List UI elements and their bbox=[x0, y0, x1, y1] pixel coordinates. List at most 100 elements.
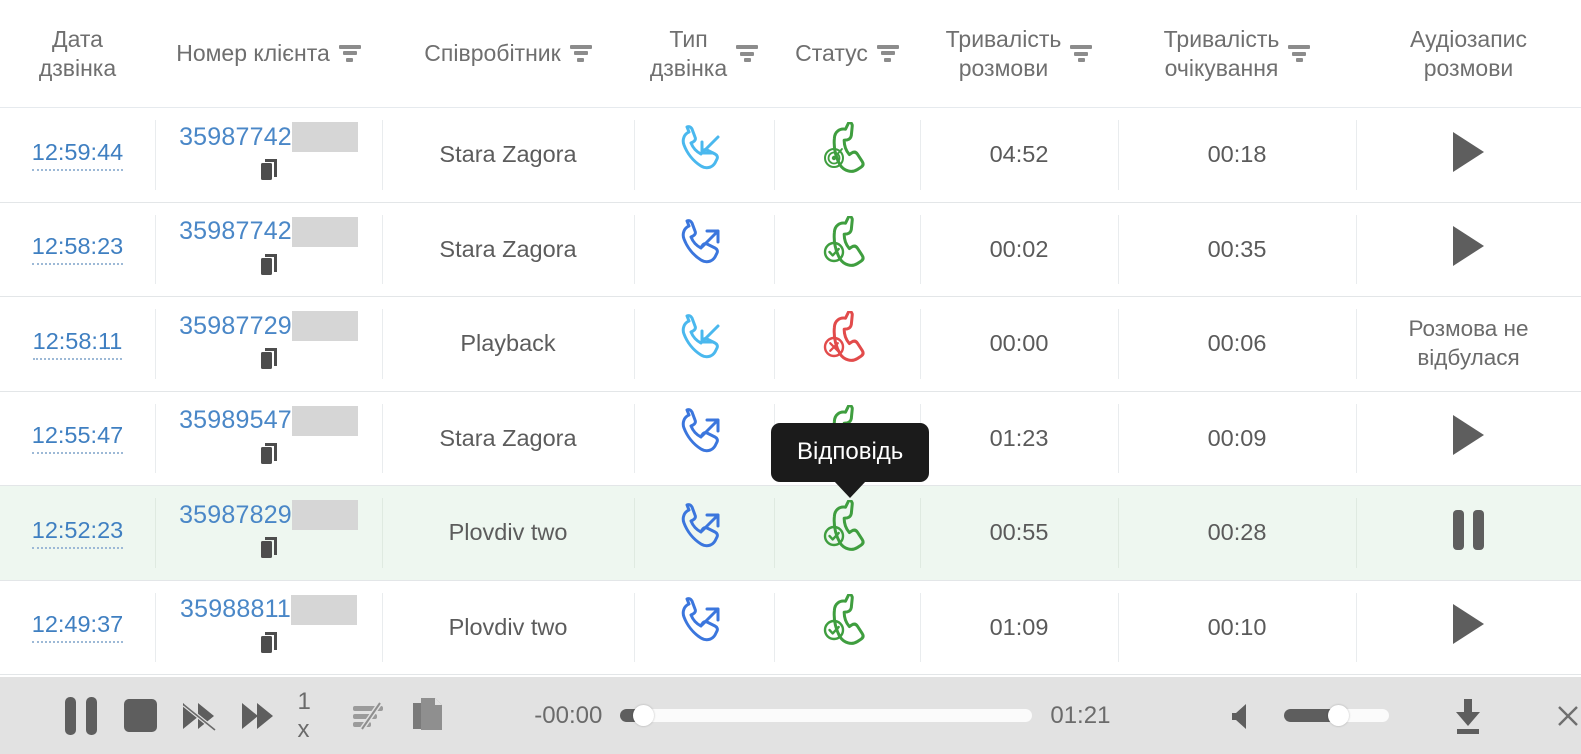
player-equalizer-button[interactable] bbox=[341, 685, 400, 747]
call-time-link[interactable]: 12:58:23 bbox=[31, 233, 124, 266]
client-number[interactable]: 35988811 bbox=[180, 597, 291, 622]
status-tooltip-label: Відповідь bbox=[797, 438, 904, 465]
cell-call-type bbox=[634, 580, 774, 675]
call-time-link[interactable]: 12:59:44 bbox=[31, 139, 124, 171]
equalizer-off-icon bbox=[353, 701, 384, 730]
call-time-link[interactable]: 12:49:37 bbox=[31, 611, 124, 644]
call-type-indicator[interactable] bbox=[672, 312, 736, 370]
cell-client-number: 35987742 bbox=[155, 107, 382, 203]
player-seek-slider[interactable] bbox=[620, 705, 1033, 726]
call-type-outgoing-icon bbox=[681, 219, 720, 264]
filter-icon-call-type[interactable] bbox=[736, 45, 759, 62]
player-download-button[interactable] bbox=[1437, 685, 1499, 747]
copy-number-icon[interactable] bbox=[258, 346, 280, 372]
copy-number-button[interactable] bbox=[258, 157, 280, 187]
filter-icon-client-number[interactable] bbox=[338, 44, 361, 62]
call-status-indicator[interactable] bbox=[815, 594, 879, 654]
filter-icon-status[interactable] bbox=[876, 44, 899, 62]
copy-number-button[interactable] bbox=[258, 630, 280, 660]
table-row[interactable]: 12:52:23 35987829 Plovdiv two 00:55 00:28 bbox=[0, 485, 1581, 581]
rewind-disabled-icon bbox=[182, 702, 217, 732]
cell-wait-time: 00:28 bbox=[1118, 485, 1356, 581]
call-type-indicator[interactable] bbox=[672, 123, 736, 181]
player-stop-button[interactable] bbox=[111, 685, 170, 747]
column-header-date: Дата дзвінка bbox=[0, 0, 155, 108]
download-icon bbox=[1456, 698, 1481, 734]
table-row[interactable]: 12:49:37 35988811 Plovdiv two 01:09 00:10 bbox=[0, 580, 1581, 675]
call-time-link[interactable]: 12:58:11 bbox=[32, 328, 123, 360]
cell-call-type bbox=[634, 202, 774, 297]
table-row[interactable]: 12:58:23 35987742 Stara Zagora 00:02 00:35 bbox=[0, 202, 1581, 297]
filter-icon-wait-time[interactable] bbox=[1288, 45, 1311, 62]
player-volume-button[interactable] bbox=[1212, 685, 1274, 747]
call-status-indicator[interactable] bbox=[815, 121, 879, 182]
employee-name: Stara Zagora bbox=[439, 141, 577, 168]
player-seek-thumb[interactable] bbox=[633, 705, 655, 726]
player-pause-button[interactable] bbox=[52, 685, 111, 747]
player-copy-button[interactable] bbox=[400, 685, 459, 747]
copy-number-button[interactable] bbox=[258, 535, 280, 565]
cell-status bbox=[774, 107, 920, 203]
call-time-link[interactable]: 12:55:47 bbox=[31, 422, 124, 455]
cell-client-number: 35988811 bbox=[155, 580, 382, 675]
number-redaction-block bbox=[291, 500, 358, 531]
player-volume-slider[interactable] bbox=[1284, 705, 1390, 726]
cell-duration: 00:02 bbox=[920, 202, 1118, 297]
call-status-indicator[interactable] bbox=[815, 310, 879, 371]
filter-icon-duration[interactable] bbox=[1070, 45, 1093, 62]
client-number[interactable]: 35987829 bbox=[179, 502, 292, 528]
column-label-employee: Співробітник bbox=[424, 40, 561, 67]
client-number[interactable]: 35987729 bbox=[179, 313, 292, 339]
copy-number-icon[interactable] bbox=[258, 157, 280, 183]
cell-call-type bbox=[634, 485, 774, 581]
play-recording-button[interactable] bbox=[1453, 131, 1484, 172]
copy-number-icon[interactable] bbox=[258, 630, 280, 656]
call-type-indicator[interactable] bbox=[672, 217, 736, 275]
play-recording-button[interactable] bbox=[1453, 415, 1484, 456]
column-header-duration: Тривалість розмови bbox=[920, 0, 1118, 108]
filter-icon-employee[interactable] bbox=[569, 44, 592, 62]
player-rewind-button[interactable] bbox=[170, 685, 229, 747]
play-recording-button[interactable] bbox=[1453, 226, 1484, 267]
copy-number-button[interactable] bbox=[258, 346, 280, 376]
play-recording-button[interactable] bbox=[1453, 604, 1484, 645]
table-row[interactable]: 12:58:11 35987729 Playback 00:00 00:06 Розмов… bbox=[0, 296, 1581, 392]
column-label-audio: Аудіозапис розмови bbox=[1409, 26, 1528, 81]
player-volume-thumb[interactable] bbox=[1327, 705, 1349, 726]
cell-status bbox=[774, 580, 920, 675]
client-number[interactable]: 35987742 bbox=[179, 219, 292, 244]
client-number[interactable]: 35987742 bbox=[179, 124, 292, 150]
player-right-controls bbox=[1212, 685, 1581, 747]
cell-date: 12:58:11 bbox=[0, 296, 155, 392]
number-redaction-block bbox=[291, 405, 358, 436]
employee-name: Stara Zagora bbox=[439, 424, 577, 451]
call-type-indicator[interactable] bbox=[672, 406, 736, 464]
employee-name: Plovdiv two bbox=[448, 519, 568, 546]
player-speed-button[interactable]: 1 x bbox=[287, 688, 340, 744]
player-fast-forward-button[interactable] bbox=[229, 685, 288, 747]
call-time-link[interactable]: 12:52:23 bbox=[31, 517, 124, 549]
employee-name: Playback bbox=[460, 330, 556, 357]
player-close-button[interactable] bbox=[1537, 685, 1581, 747]
table-row[interactable]: 12:59:44 35987742 Stara Zagora 04:52 00:18 bbox=[0, 107, 1581, 203]
call-status-indicator[interactable] bbox=[815, 499, 879, 560]
pause-recording-button[interactable] bbox=[1453, 509, 1484, 550]
copy-number-button[interactable] bbox=[258, 441, 280, 471]
call-type-indicator[interactable] bbox=[672, 595, 736, 653]
column-header-wait-time: Тривалість очікування bbox=[1118, 0, 1356, 108]
cell-audio bbox=[1356, 107, 1581, 203]
cell-employee: Stara Zagora bbox=[382, 107, 634, 203]
copy-number-button[interactable] bbox=[258, 252, 280, 282]
client-number[interactable]: 35989547 bbox=[179, 408, 292, 433]
column-label-date: Дата дзвінка bbox=[38, 26, 117, 81]
cell-audio bbox=[1356, 202, 1581, 297]
player-seek-area: -00:00 01:21 bbox=[510, 702, 1142, 730]
column-label-wait-time: Тривалість очікування bbox=[1163, 26, 1280, 81]
copy-number-icon[interactable] bbox=[258, 252, 280, 278]
call-status-indicator[interactable] bbox=[815, 216, 879, 276]
copy-number-icon[interactable] bbox=[258, 441, 280, 467]
copy-number-icon[interactable] bbox=[258, 535, 280, 561]
cell-date: 12:58:23 bbox=[0, 202, 155, 297]
cell-duration: 04:52 bbox=[920, 107, 1118, 203]
call-type-indicator[interactable] bbox=[672, 501, 736, 559]
